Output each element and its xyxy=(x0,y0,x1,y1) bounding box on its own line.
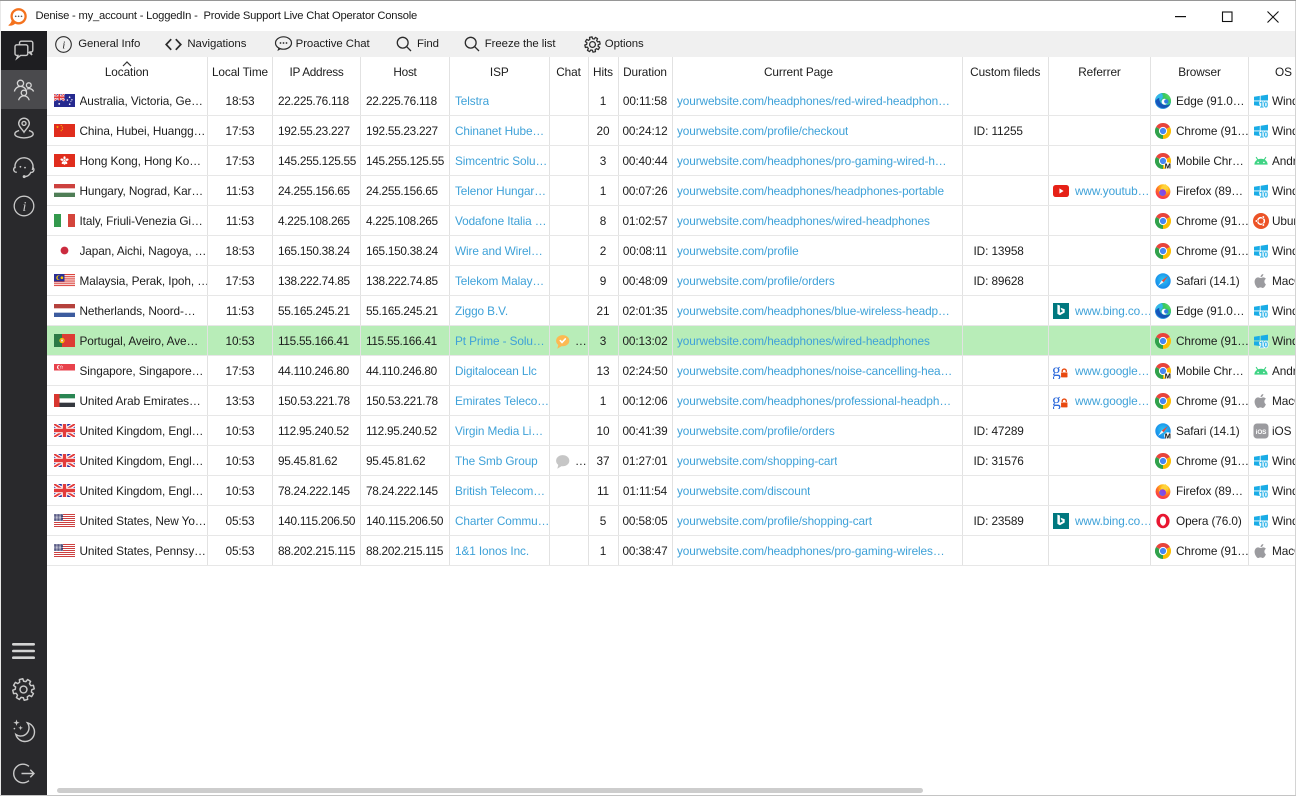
svg-text:10: 10 xyxy=(1260,250,1269,259)
svg-text:g: g xyxy=(1053,393,1061,409)
svg-text:10: 10 xyxy=(1260,460,1269,469)
svg-text:g: g xyxy=(1053,363,1061,379)
svg-text:10: 10 xyxy=(1260,310,1269,319)
svg-text:10: 10 xyxy=(1260,100,1269,109)
svg-text:10: 10 xyxy=(1260,130,1269,139)
svg-text:10: 10 xyxy=(1260,490,1269,499)
svg-text:iOS: iOS xyxy=(1256,428,1268,435)
svg-text:i: i xyxy=(22,200,26,215)
svg-text:10: 10 xyxy=(1260,190,1269,199)
svg-text:M: M xyxy=(1165,431,1171,439)
svg-text:10: 10 xyxy=(1260,520,1269,529)
svg-text:M: M xyxy=(1165,161,1171,169)
svg-text:10: 10 xyxy=(1260,340,1269,349)
svg-text:i: i xyxy=(62,39,65,51)
svg-text:M: M xyxy=(1165,371,1171,379)
